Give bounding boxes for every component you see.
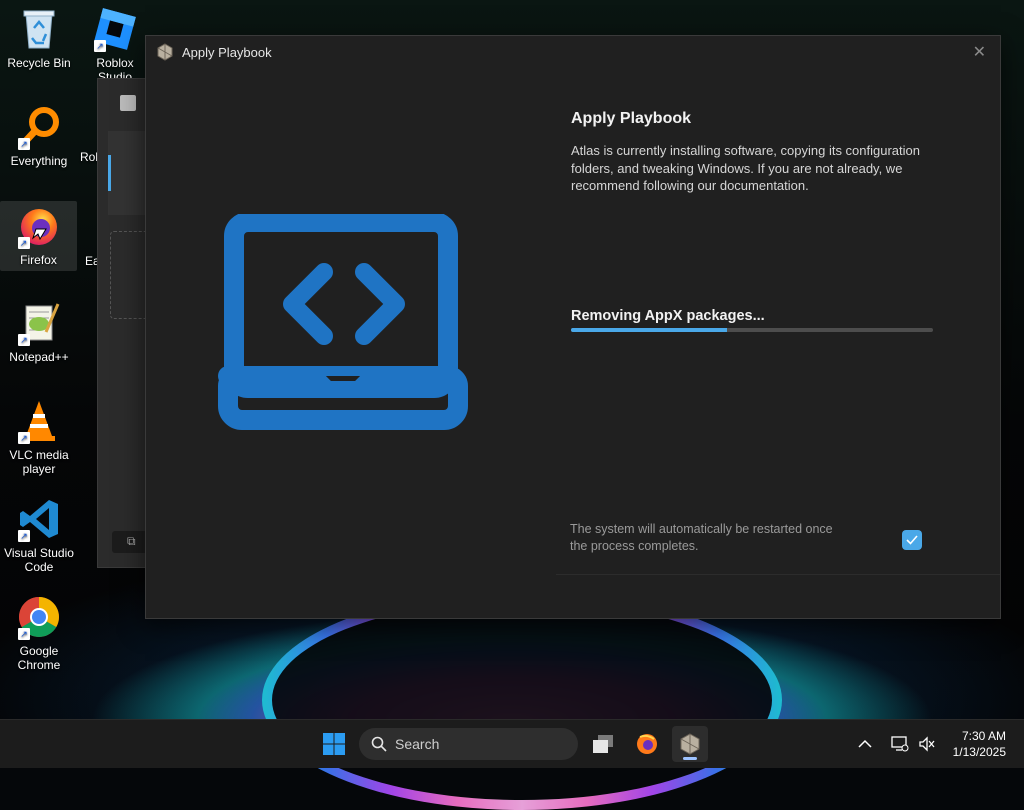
taskbar-search-box[interactable]: Search [359,728,578,760]
shortcut-arrow-icon: ↗ [18,628,30,640]
notepad-plus-plus-icon: ↗ [16,300,62,346]
search-icon [371,736,387,752]
roblox-studio-icon: ↗ [92,6,138,52]
nav-selection-indicator [108,155,111,191]
shortcut-arrow-icon: ↗ [17,237,30,249]
info-panel: Apply Playbook Atlas is currently instal… [571,110,951,195]
volume-muted-icon [919,736,935,752]
desktop-icon-vlc[interactable]: ↗ VLC media player [2,398,76,476]
desktop-icon-label: Ea [85,254,100,268]
auto-restart-text: The system will automatically be restart… [570,522,833,553]
task-view-icon [593,735,613,753]
search-placeholder: Search [395,736,440,752]
shortcut-arrow-icon: ↗ [94,40,106,52]
system-clock[interactable]: 7:30 AM 1/13/2025 [953,728,1006,760]
apply-playbook-dialog: Apply Playbook ✕ Apply Playbook Atlas is… [145,35,1001,619]
footer-divider [556,574,1000,575]
atlas-app-icon [680,733,700,755]
active-app-indicator [683,757,697,760]
checkmark-icon [906,535,918,545]
wallpaper-bloom [262,590,782,810]
atlas-app-icon [157,43,173,61]
desktop-icon-partial[interactable]: Ea [54,236,100,268]
shortcut-arrow-icon: ↗ [18,432,30,444]
shortcut-arrow-icon: ↗ [18,530,30,542]
recycle-bin-icon [16,6,62,52]
shortcut-arrow-icon: ↗ [18,138,30,150]
desktop-icon-vscode[interactable]: ↗ Visual Studio Code [2,496,76,574]
desktop-icon-label: Visual Studio Code [4,546,74,574]
desktop-icon-google-chrome[interactable]: ↗ Google Chrome [2,594,76,672]
network-icon-button[interactable] [891,720,909,768]
start-button[interactable] [316,726,352,762]
app-icon [120,95,136,111]
desktop-icon-recycle-bin[interactable]: Recycle Bin [2,6,76,70]
chrome-icon: ↗ [16,594,62,640]
taskbar-atlas-button[interactable] [672,726,708,762]
desktop-icon-label: Rol [80,150,99,164]
desktop-icon-label: Google Chrome [17,644,61,672]
clock-time: 7:30 AM [961,729,1006,743]
dialog-description: Atlas is currently installing software, … [571,143,920,193]
clock-date: 1/13/2025 [952,745,1006,759]
chevron-up-icon [858,739,872,748]
shortcut-arrow-icon: ↗ [18,334,30,346]
vlc-icon: ↗ [16,398,62,444]
windows-logo-icon [323,733,345,755]
show-hidden-icons-button[interactable] [858,720,872,768]
network-icon [891,736,909,752]
vscode-icon: ↗ [16,496,62,542]
volume-icon-button[interactable] [918,720,936,768]
desktop-icon-label: Notepad++ [9,350,69,364]
desktop-icon-partial[interactable]: Rol [54,142,99,164]
auto-restart-checkbox[interactable] [902,530,922,550]
firefox-icon [637,734,657,754]
progress-bar [571,328,933,332]
desktop-icon-notepad-plus-plus[interactable]: ↗ Notepad++ [2,300,76,364]
progress-status-text: Removing AppX packages... [571,308,765,324]
close-icon[interactable]: ✕ [973,42,986,62]
dialog-title: Apply Playbook [182,44,272,60]
title-bar[interactable]: Apply Playbook ✕ [146,36,1000,68]
desktop-icon-label: Recycle Bin [7,56,71,70]
task-view-button[interactable] [585,726,621,762]
progress-bar-fill [571,328,727,332]
desktop-icon-label: VLC media player [9,448,69,476]
taskbar-firefox-button[interactable] [629,726,665,762]
external-link-icon: ⧉ [127,534,136,548]
desktop-icon-roblox-studio[interactable]: ↗ Roblox Studio [78,6,152,84]
dialog-heading: Apply Playbook [571,110,692,127]
laptop-code-icon [218,214,468,430]
taskbar: Search 7:30 AM 1/13/2025 [0,719,1024,768]
